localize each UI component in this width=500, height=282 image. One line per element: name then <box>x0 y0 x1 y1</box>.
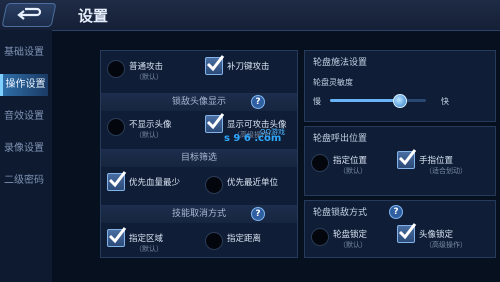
last-hit-attack-option[interactable]: 补刀键攻击 <box>205 55 295 81</box>
normal-attack-option[interactable]: 普通攻击 （默认） <box>107 59 197 81</box>
radio-unselected <box>311 154 329 172</box>
watermark-subtext: QQ游戏 <box>260 128 286 136</box>
designated-distance-option[interactable]: 指定距离 <box>205 231 295 253</box>
back-arrow-icon <box>17 7 42 20</box>
radio-unselected <box>205 232 223 250</box>
checkmark-icon <box>397 149 417 169</box>
sidebar-item-replay[interactable]: 录像设置 <box>0 138 48 160</box>
sidebar-item-password[interactable]: 二级密码 <box>0 170 48 192</box>
sensitivity-slider[interactable] <box>330 94 426 108</box>
top-bar: 设置 <box>0 0 500 31</box>
slider-knob[interactable] <box>393 94 408 108</box>
radio-unselected <box>205 176 223 194</box>
back-button[interactable] <box>1 3 57 27</box>
help-icon[interactable]: ? <box>251 95 265 109</box>
wheel-position-panel: 轮盘呼出位置 指定位置 （默认） 手指位置 （适合划动） <box>304 126 496 196</box>
help-icon[interactable]: ? <box>251 207 265 221</box>
checkmark-icon <box>205 113 225 133</box>
sidebar: 基础设置 操作设置 音效设置 录像设置 二级密码 <box>0 30 52 282</box>
wheel-position-title: 轮盘呼出位置 <box>313 134 368 144</box>
wheel-cast-title: 轮盘施法设置 <box>313 58 368 68</box>
help-icon[interactable]: ? <box>389 205 403 219</box>
left-settings-panel: 普通攻击 （默认） 补刀键攻击 锁敌头像显示 ? 不显示头像 （默认） 显示可攻… <box>100 50 298 258</box>
lock-display-header: 锁敌头像显示 <box>101 93 297 111</box>
sidebar-item-basic[interactable]: 基础设置 <box>0 42 48 64</box>
slider-fill <box>330 99 400 102</box>
wheel-lock-panel: 轮盘锁敌方式 ? 轮盘锁定 （默认） 头像锁定 （高级操作） <box>304 200 496 258</box>
sidebar-item-audio[interactable]: 音效设置 <box>0 106 48 128</box>
lowest-hp-priority-option[interactable]: 优先血量最少 <box>107 171 203 197</box>
radio-unselected <box>107 118 125 136</box>
radio-unselected <box>107 60 125 78</box>
page-title: 设置 <box>78 7 109 25</box>
nearest-unit-priority-option[interactable]: 优先最近单位 <box>205 175 295 197</box>
avatar-lock-option[interactable]: 头像锁定 （高级操作） <box>397 223 491 249</box>
checkmark-icon <box>205 55 225 75</box>
sensitivity-label: 轮盘灵敏度 <box>313 78 353 87</box>
slow-label: 慢 <box>313 97 321 106</box>
hide-avatar-option[interactable]: 不显示头像 （默认） <box>107 117 197 139</box>
fixed-position-option[interactable]: 指定位置 （默认） <box>311 153 397 175</box>
checkmark-icon <box>107 227 127 247</box>
finger-position-option[interactable]: 手指位置 （适合划动） <box>397 149 491 175</box>
designated-area-option[interactable]: 指定区域 （默认） <box>107 227 197 253</box>
wheel-lock-title: 轮盘锁敌方式 <box>313 208 368 218</box>
target-filter-header: 目标筛选 <box>101 149 297 167</box>
skill-cancel-header: 技能取消方式 <box>101 205 297 223</box>
radio-unselected <box>311 228 329 246</box>
wheel-cast-panel: 轮盘施法设置 轮盘灵敏度 慢 快 <box>304 50 496 122</box>
fast-label: 快 <box>441 97 449 106</box>
wheel-lock-option[interactable]: 轮盘锁定 （默认） <box>311 227 397 249</box>
checkmark-icon <box>397 223 417 243</box>
checkmark-icon <box>107 171 127 191</box>
sidebar-item-controls[interactable]: 操作设置 <box>0 74 48 96</box>
